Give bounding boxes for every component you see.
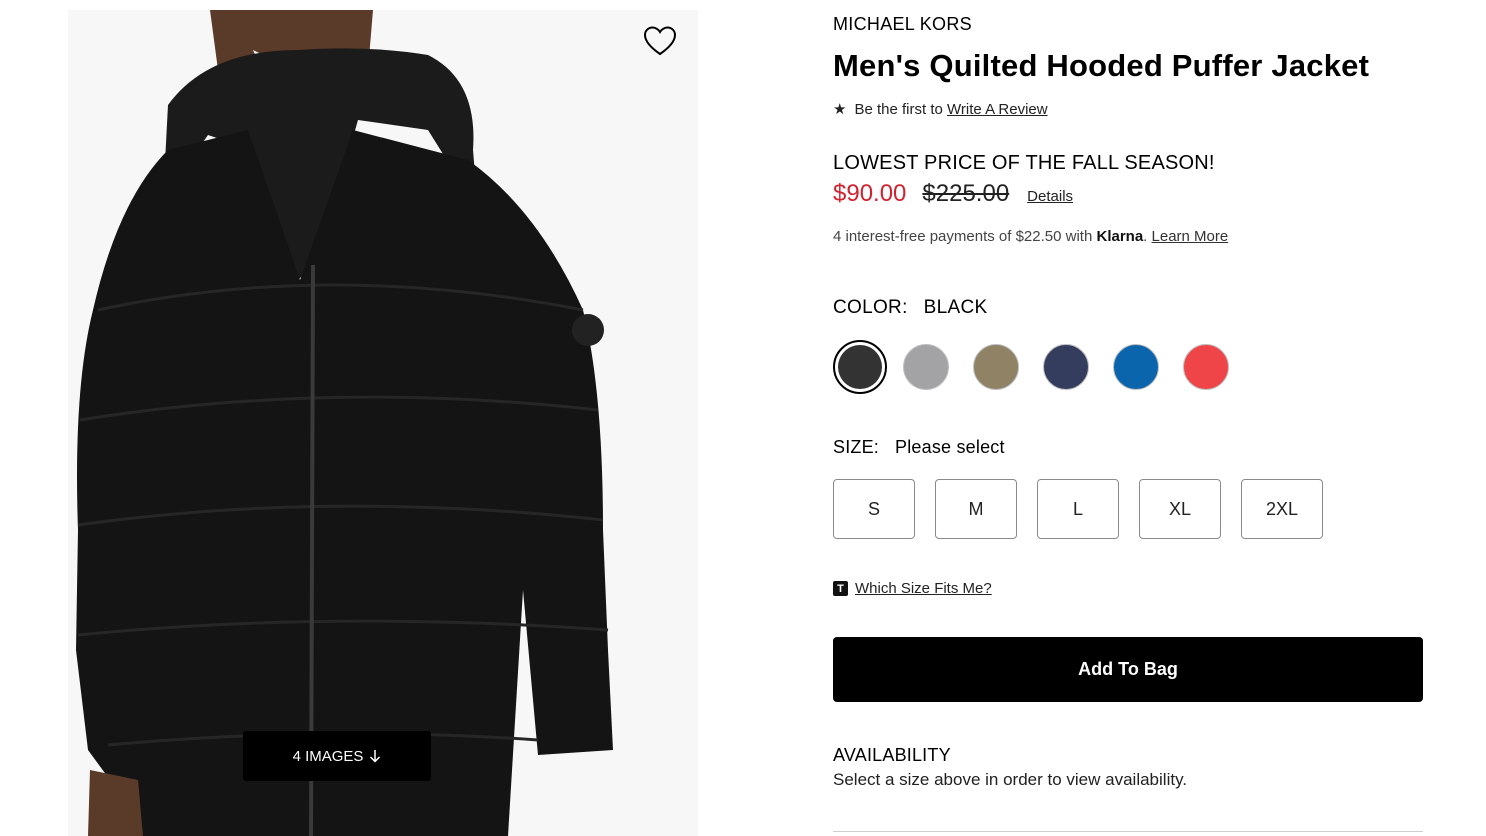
color-swatch-red[interactable] [1183,344,1229,390]
size-button-s[interactable]: S [833,479,915,539]
heart-icon [643,25,677,55]
view-images-button[interactable]: 4 IMAGES [243,731,431,781]
klarna-learn-more-link[interactable]: Learn More [1152,228,1229,245]
swatch-slot [1183,338,1253,396]
promo-message: LOWEST PRICE OF THE FALL SEASON! [833,152,1215,174]
brand-name[interactable]: MICHAEL KORS [833,14,972,35]
color-label: COLOR: [833,297,908,318]
color-label-row: COLOR: BLACK [833,297,987,319]
original-price: $225.00 [922,180,1010,207]
klarna-logo: Klarna [1096,228,1144,245]
swatch-slot [903,338,973,396]
color-swatch-navy[interactable] [1043,344,1089,390]
jacket-model-image [68,10,698,836]
which-size-fits-link[interactable]: Which Size Fits Me? [855,580,992,597]
sale-price: $90.00 [833,180,907,207]
color-swatch-black[interactable] [833,340,887,394]
selected-color: BLACK [923,297,988,318]
size-button-l[interactable]: L [1037,479,1119,539]
price-row: $90.00 $225.00 Details [833,180,1073,208]
write-review-link[interactable]: Write A Review [947,101,1048,118]
size-button-xl[interactable]: XL [1139,479,1221,539]
size-button-m[interactable]: M [935,479,1017,539]
size-label: SIZE: [833,437,880,457]
swatch-slot [833,338,903,396]
color-swatch-khaki[interactable] [973,344,1019,390]
size-options: S M L XL 2XL [833,479,1323,539]
true-fit-icon: T [833,581,848,596]
images-button-label: 4 IMAGES [292,747,364,765]
klarna-text: 4 interest-free payments of $22.50 with [833,228,1093,245]
wishlist-button[interactable] [640,24,680,60]
review-row: ★ Be the first to Write A Review [833,100,1048,119]
add-to-bag-button[interactable]: Add To Bag [833,637,1423,702]
klarna-message: 4 interest-free payments of $22.50 with … [833,228,1229,245]
availability-text: Select a size above in order to view ava… [833,770,1188,789]
divider [833,831,1423,832]
price-details-link[interactable]: Details [1027,188,1073,205]
size-label-row: SIZE: Please select [833,437,1005,458]
product-title: Men's Quilted Hooded Puffer Jacket [833,48,1370,83]
color-swatches [833,338,1253,396]
size-button-2xl[interactable]: 2XL [1241,479,1323,539]
swatch-slot [1043,338,1113,396]
review-prefix: Be the first to [854,100,943,118]
swatch-slot [1113,338,1183,396]
product-photo[interactable] [68,10,698,836]
size-fit-row: T Which Size Fits Me? [833,580,992,597]
color-swatch-blue[interactable] [1113,344,1159,390]
star-icon: ★ [833,101,847,118]
swatch-slot [973,338,1043,396]
availability-title: AVAILABILITY [833,745,951,765]
color-swatch-grey[interactable] [903,344,949,390]
product-gallery: 4 IMAGES [0,0,800,836]
arrow-down-icon [370,750,381,763]
selected-size: Please select [895,437,1005,457]
